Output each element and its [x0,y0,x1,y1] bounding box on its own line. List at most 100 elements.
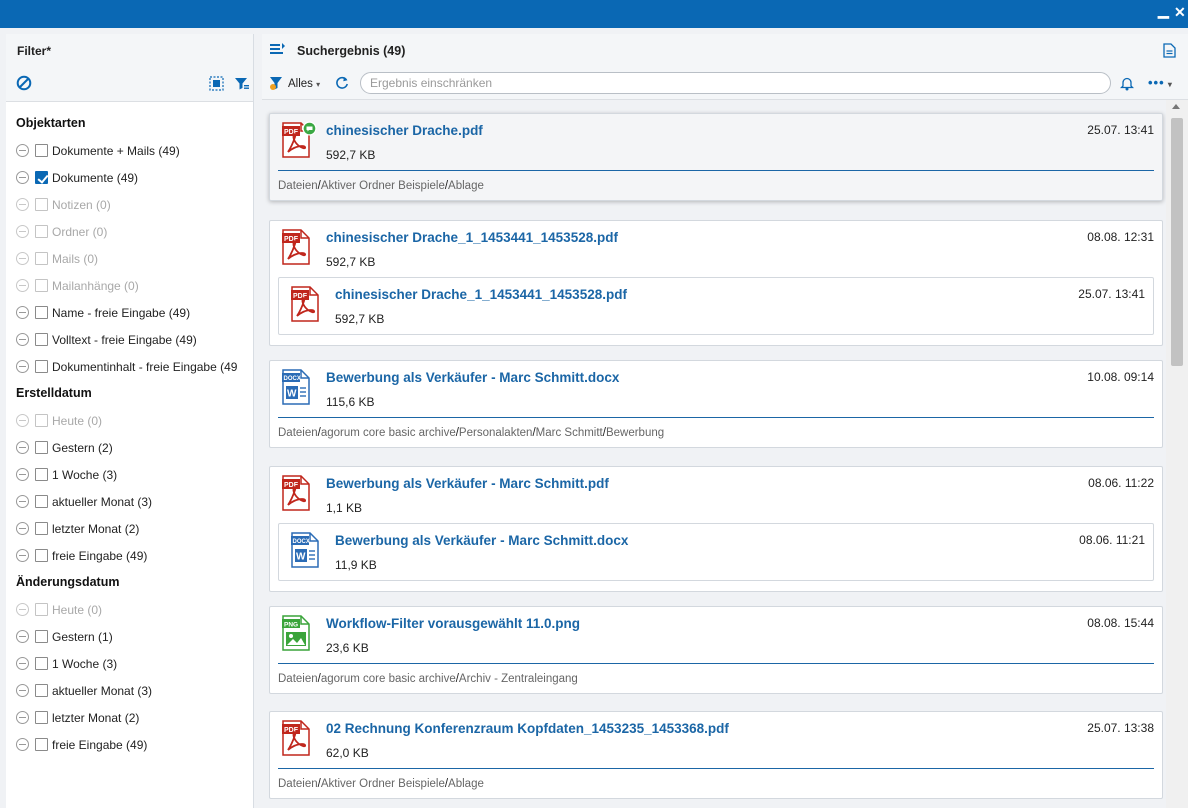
result-file-name[interactable]: Bewerbung als Verkäufer - Marc Schmitt.d… [326,370,619,385]
scope-label: Alles [288,78,313,90]
divider [278,417,1154,418]
filter-item[interactable]: 1 Woche (3) [6,650,253,677]
result-card[interactable]: PDF 02 Rechnung Konferenzraum Kopfdaten_1… [269,711,1163,799]
scroll-thumb[interactable] [1171,118,1183,366]
filter-item[interactable]: Name - freie Eingabe (49) [6,299,253,326]
breadcrumb-item[interactable]: Ablage [448,180,484,192]
exclude-filter-icon[interactable] [16,684,29,697]
filter-checkbox[interactable] [35,738,48,751]
scroll-up-icon[interactable] [1172,104,1180,109]
filter-item[interactable]: Dokumentinhalt - freie Eingabe (49 [6,353,253,380]
filter-item[interactable]: letzter Monat (2) [6,515,253,542]
bell-icon[interactable] [1119,76,1135,94]
result-file-name[interactable]: 02 Rechnung Konferenzraum Kopfdaten_1453… [326,721,729,736]
filter-settings-icon[interactable] [234,76,250,94]
breadcrumb-item[interactable]: agorum core basic archive [321,673,456,685]
breadcrumb-item[interactable]: Dateien [278,180,318,192]
filter-item[interactable]: letzter Monat (2) [6,704,253,731]
breadcrumb-item[interactable]: Ablage [448,778,484,790]
exclude-filter-icon [16,279,29,292]
close-icon[interactable]: ✕ [1174,4,1186,21]
breadcrumb: Dateien/agorum core basic archive/Archiv… [278,673,578,685]
exclude-filter-icon[interactable] [16,441,29,454]
refresh-icon[interactable] [335,76,349,93]
filter-item[interactable]: aktueller Monat (3) [6,677,253,704]
related-file-name[interactable]: chinesischer Drache_1_1453441_1453528.pd… [335,287,627,302]
filter-item[interactable]: 1 Woche (3) [6,461,253,488]
exclude-filter-icon[interactable] [16,549,29,562]
more-options-icon[interactable]: ••• ▾ [1148,75,1173,90]
breadcrumb-item[interactable]: Dateien [278,778,318,790]
breadcrumb-item[interactable]: agorum core basic archive [321,427,456,439]
filter-checkbox[interactable] [35,711,48,724]
result-card[interactable]: PNG Workflow-Filter vorausgewählt 11.0.pn… [269,606,1163,694]
breadcrumb-item[interactable]: Dateien [278,427,318,439]
clear-filter-icon[interactable] [16,75,32,94]
filter-checkbox[interactable] [35,549,48,562]
filter-item[interactable]: freie Eingabe (49) [6,542,253,569]
exclude-filter-icon[interactable] [16,306,29,319]
filter-item[interactable]: aktueller Monat (3) [6,488,253,515]
result-card[interactable]: DOCX W Bewerbung als Verkäufer - Marc Schm… [269,360,1163,448]
export-document-icon[interactable] [1163,43,1176,61]
filter-checkbox[interactable] [35,333,48,346]
minimize-icon[interactable]: ▁ [1158,2,1169,19]
filter-checkbox[interactable] [35,657,48,670]
exclude-filter-icon[interactable] [16,495,29,508]
scope-filter-icon[interactable] [269,75,285,94]
exclude-filter-icon[interactable] [16,333,29,346]
breadcrumb-item[interactable]: Bewerbung [606,427,664,439]
scope-dropdown[interactable]: Alles ▾ [288,78,320,90]
search-input[interactable] [360,72,1111,94]
filter-checkbox[interactable] [35,522,48,535]
exclude-filter-icon[interactable] [16,360,29,373]
filter-checkbox[interactable] [35,171,48,184]
result-file-size: 115,6 KB [326,395,375,409]
filter-item[interactable]: Dokumente (49) [6,164,253,191]
exclude-filter-icon[interactable] [16,144,29,157]
result-file-name[interactable]: Workflow-Filter vorausgewählt 11.0.png [326,616,580,631]
filter-item[interactable]: freie Eingabe (49) [6,731,253,758]
filter-item[interactable]: Dokumente + Mails (49) [6,137,253,164]
result-file-name[interactable]: chinesischer Drache_1_1453441_1453528.pd… [326,230,618,245]
filter-checkbox[interactable] [35,144,48,157]
filter-item[interactable]: Volltext - freie Eingabe (49) [6,326,253,353]
related-file-name[interactable]: Bewerbung als Verkäufer - Marc Schmitt.d… [335,533,628,548]
filter-item-label: 1 Woche (3) [52,656,118,671]
filter-item-label: aktueller Monat (3) [52,494,153,509]
exclude-filter-icon[interactable] [16,738,29,751]
filter-checkbox[interactable] [35,441,48,454]
filter-checkbox[interactable] [35,630,48,643]
filter-checkbox[interactable] [35,495,48,508]
select-all-icon[interactable] [209,76,224,94]
breadcrumb-item[interactable]: Marc Schmitt [536,427,603,439]
related-document[interactable]: DOCX W Bewerbung als Verkäufer - Marc Schm… [278,523,1154,581]
filter-checkbox[interactable] [35,468,48,481]
filter-checkbox[interactable] [35,306,48,319]
result-card[interactable]: PDF chinesischer Drache.pdf 592,7 KB 25.07.… [269,113,1163,201]
result-file-name[interactable]: chinesischer Drache.pdf [326,123,483,138]
result-scrollbar[interactable] [1166,100,1188,808]
filter-item[interactable]: Gestern (1) [6,623,253,650]
breadcrumb-item[interactable]: Dateien [278,673,318,685]
result-file-name[interactable]: Bewerbung als Verkäufer - Marc Schmitt.p… [326,476,609,491]
exclude-filter-icon[interactable] [16,630,29,643]
exclude-filter-icon[interactable] [16,171,29,184]
exclude-filter-icon[interactable] [16,522,29,535]
exclude-filter-icon[interactable] [16,657,29,670]
filter-checkbox[interactable] [35,684,48,697]
result-card[interactable]: PDF chinesischer Drache_1_1453441_1453528… [269,220,1163,346]
filter-item[interactable]: Gestern (2) [6,434,253,461]
filter-item-label: Heute (0) [52,602,103,617]
exclude-filter-icon[interactable] [16,468,29,481]
breadcrumb-item[interactable]: Aktiver Ordner Beispiele [321,778,445,790]
result-card[interactable]: PDF Bewerbung als Verkäufer - Marc Schmit… [269,466,1163,592]
breadcrumb-item[interactable]: Personalakten [459,427,533,439]
filter-checkbox[interactable] [35,360,48,373]
breadcrumb-item[interactable]: Archiv - Zentraleingang [459,673,578,685]
filter-title: Filter* [17,44,52,58]
breadcrumb-item[interactable]: Aktiver Ordner Beispiele [321,180,445,192]
pdf-file-icon: PDF [291,286,319,322]
exclude-filter-icon[interactable] [16,711,29,724]
related-document[interactable]: PDF chinesischer Drache_1_1453441_1453528… [278,277,1154,335]
